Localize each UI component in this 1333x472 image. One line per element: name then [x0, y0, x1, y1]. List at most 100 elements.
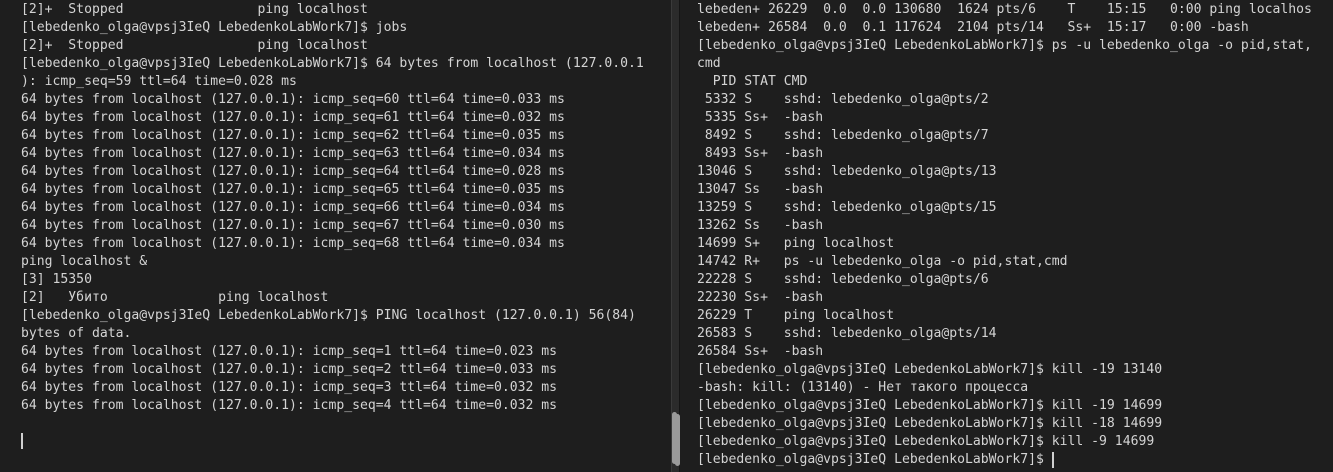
terminal-line: cmd [697, 55, 1312, 73]
terminal-line-text: 64 bytes from localhost (127.0.0.1): icm… [21, 110, 565, 125]
terminal-line-text: 64 bytes from localhost (127.0.0.1): icm… [21, 200, 565, 215]
terminal-line: [lebedenko_olga@vpsj3IeQ LebedenkoLabWor… [697, 397, 1312, 415]
terminal-line-text: ): icmp_seq=59 ttl=64 time=0.028 ms [21, 74, 297, 89]
right-pane-scrollbar[interactable] [675, 414, 680, 466]
terminal-line: 64 bytes from localhost (127.0.0.1): icm… [21, 181, 644, 199]
terminal-line: 14742 R+ ps -u lebedenko_olga -o pid,sta… [697, 253, 1312, 271]
terminal-line: [lebedenko_olga@vpsj3IeQ LebedenkoLabWor… [21, 55, 644, 73]
terminal-line-text: 26229 T ping localhost [697, 308, 895, 323]
terminal-line: bytes of data. [21, 325, 644, 343]
terminal-line: 13046 S sshd: lebedenko_olga@pts/13 [697, 163, 1312, 181]
terminal-line: [lebedenko_olga@vpsj3IeQ LebedenkoLabWor… [697, 361, 1312, 379]
terminal-line-text: PID STAT CMD [697, 74, 808, 89]
terminal-line-text: 64 bytes from localhost (127.0.0.1): icm… [21, 182, 565, 197]
terminal-line-text: 64 bytes from localhost (127.0.0.1): icm… [21, 236, 565, 251]
terminal-line-text: [lebedenko_olga@vpsj3IeQ LebedenkoLabWor… [21, 308, 636, 323]
terminal-window: [2]+ Stopped ping localhost [lebedenko_ol… [0, 0, 1333, 472]
terminal-line-text: 64 bytes from localhost (127.0.0.1): icm… [21, 218, 565, 233]
terminal-line-text: [lebedenko_olga@vpsj3IeQ LebedenkoLabWor… [21, 20, 408, 35]
terminal-line: lebeden+ 26584 0.0 0.1 117624 2104 pts/1… [697, 19, 1312, 37]
terminal-line: [lebedenko_olga@vpsj3IeQ LebedenkoLabWor… [21, 19, 644, 37]
terminal-line-text: 5335 Ss+ -bash [697, 110, 824, 125]
terminal-line: [lebedenko_olga@vpsj3IeQ LebedenkoLabWor… [697, 415, 1312, 433]
terminal-line-text: 13047 Ss -bash [697, 182, 824, 197]
terminal-line-text: 22228 S sshd: lebedenko_olga@pts/6 [697, 272, 989, 287]
terminal-line-text: 22230 Ss+ -bash [697, 290, 824, 305]
left-terminal-output: [2]+ Stopped ping localhost [lebedenko_ol… [21, 1, 644, 415]
terminal-line: 26583 S sshd: lebedenko_olga@pts/14 [697, 325, 1312, 343]
terminal-line: 5332 S sshd: lebedenko_olga@pts/2 [697, 91, 1312, 109]
terminal-line-text: [lebedenko_olga@vpsj3IeQ LebedenkoLabWor… [21, 56, 644, 71]
terminal-line: 64 bytes from localhost (127.0.0.1): icm… [21, 361, 644, 379]
terminal-line: PID STAT CMD [697, 73, 1312, 91]
left-terminal-cursor [21, 433, 23, 449]
terminal-line: ping localhost & [21, 253, 644, 271]
terminal-line-text: 64 bytes from localhost (127.0.0.1): icm… [21, 128, 565, 143]
terminal-line: 64 bytes from localhost (127.0.0.1): icm… [21, 217, 644, 235]
terminal-line: [lebedenko_olga@vpsj3IeQ LebedenkoLabWor… [697, 433, 1312, 451]
terminal-line-text: 5332 S sshd: lebedenko_olga@pts/2 [697, 92, 989, 107]
terminal-line-text: [lebedenko_olga@vpsj3IeQ LebedenkoLabWor… [697, 434, 1155, 449]
right-terminal-output: lebeden+ 26229 0.0 0.0 130680 1624 pts/6… [697, 1, 1312, 469]
terminal-line: 13259 S sshd: lebedenko_olga@pts/15 [697, 199, 1312, 217]
terminal-line: 13262 Ss -bash [697, 217, 1312, 235]
terminal-line: [2]+ Stopped ping localhost [21, 37, 644, 55]
terminal-line: 64 bytes from localhost (127.0.0.1): icm… [21, 235, 644, 253]
terminal-line: 13047 Ss -bash [697, 181, 1312, 199]
terminal-line: 64 bytes from localhost (127.0.0.1): icm… [21, 397, 644, 415]
terminal-line-text: 13046 S sshd: lebedenko_olga@pts/13 [697, 164, 997, 179]
terminal-line: 5335 Ss+ -bash [697, 109, 1312, 127]
terminal-line-text: 26583 S sshd: lebedenko_olga@pts/14 [697, 326, 997, 341]
terminal-line: 64 bytes from localhost (127.0.0.1): icm… [21, 343, 644, 361]
terminal-line-text: cmd [697, 56, 721, 71]
terminal-line: [2] Убито ping localhost [21, 289, 644, 307]
terminal-line-text: [2] Убито ping localhost [21, 290, 329, 305]
terminal-line: 22230 Ss+ -bash [697, 289, 1312, 307]
terminal-line: 64 bytes from localhost (127.0.0.1): icm… [21, 163, 644, 181]
right-terminal-cursor [1051, 451, 1054, 468]
terminal-line: 22228 S sshd: lebedenko_olga@pts/6 [697, 271, 1312, 289]
left-terminal-pane[interactable]: [2]+ Stopped ping localhost [lebedenko_ol… [0, 0, 671, 472]
terminal-line-text: 26584 Ss+ -bash [697, 344, 824, 359]
terminal-line-text: 14742 R+ ps -u lebedenko_olga -o pid,sta… [697, 254, 1068, 269]
terminal-line: [3] 15350 [21, 271, 644, 289]
terminal-line: 64 bytes from localhost (127.0.0.1): icm… [21, 91, 644, 109]
terminal-line: 8492 S sshd: lebedenko_olga@pts/7 [697, 127, 1312, 145]
terminal-line-text: 13262 Ss -bash [697, 218, 824, 233]
terminal-line: 64 bytes from localhost (127.0.0.1): icm… [21, 199, 644, 217]
terminal-line-text: 8492 S sshd: lebedenko_olga@pts/7 [697, 128, 989, 143]
terminal-line: 26584 Ss+ -bash [697, 343, 1312, 361]
terminal-line-text: 64 bytes from localhost (127.0.0.1): icm… [21, 164, 565, 179]
terminal-line-text: lebeden+ 26584 0.0 0.1 117624 2104 pts/1… [697, 20, 1249, 35]
terminal-line-text: 13259 S sshd: lebedenko_olga@pts/15 [697, 200, 997, 215]
terminal-line: [lebedenko_olga@vpsj3IeQ LebedenkoLabWor… [697, 451, 1312, 469]
terminal-line-text: 8493 Ss+ -bash [697, 146, 824, 161]
terminal-line-text: 64 bytes from localhost (127.0.0.1): icm… [21, 398, 558, 413]
terminal-line-text: 64 bytes from localhost (127.0.0.1): icm… [21, 380, 558, 395]
terminal-line-text: [lebedenko_olga@vpsj3IeQ LebedenkoLabWor… [697, 398, 1163, 413]
terminal-line: 26229 T ping localhost [697, 307, 1312, 325]
terminal-line: [2]+ Stopped ping localhost [21, 1, 644, 19]
terminal-line-text: 64 bytes from localhost (127.0.0.1): icm… [21, 344, 558, 359]
terminal-line-text: [2]+ Stopped ping localhost [21, 2, 368, 17]
terminal-line: [lebedenko_olga@vpsj3IeQ LebedenkoLabWor… [697, 37, 1312, 55]
terminal-line-text: ping localhost & [21, 254, 148, 269]
terminal-line: 64 bytes from localhost (127.0.0.1): icm… [21, 145, 644, 163]
terminal-line-text: [lebedenko_olga@vpsj3IeQ LebedenkoLabWor… [697, 416, 1163, 431]
terminal-line: -bash: kill: (13140) - Нет такого процес… [697, 379, 1312, 397]
terminal-line-text: 64 bytes from localhost (127.0.0.1): icm… [21, 92, 565, 107]
terminal-line-text: [2]+ Stopped ping localhost [21, 38, 368, 53]
pane-divider[interactable] [671, 0, 680, 472]
right-terminal-pane[interactable]: lebeden+ 26229 0.0 0.0 130680 1624 pts/6… [680, 0, 1333, 472]
terminal-line-text: -bash: kill: (13140) - Нет такого процес… [697, 380, 1029, 395]
terminal-line: 64 bytes from localhost (127.0.0.1): icm… [21, 379, 644, 397]
terminal-line-text: bytes of data. [21, 326, 132, 341]
terminal-line-text: 14699 S+ ping localhost [697, 236, 895, 251]
terminal-line: lebeden+ 26229 0.0 0.0 130680 1624 pts/6… [697, 1, 1312, 19]
terminal-line-text: [lebedenko_olga@vpsj3IeQ LebedenkoLabWor… [697, 362, 1163, 377]
terminal-line-text: lebeden+ 26229 0.0 0.0 130680 1624 pts/6… [697, 2, 1312, 17]
terminal-line-text: 64 bytes from localhost (127.0.0.1): icm… [21, 362, 558, 377]
terminal-line: [lebedenko_olga@vpsj3IeQ LebedenkoLabWor… [21, 307, 644, 325]
terminal-line: ): icmp_seq=59 ttl=64 time=0.028 ms [21, 73, 644, 91]
terminal-line: 64 bytes from localhost (127.0.0.1): icm… [21, 109, 644, 127]
